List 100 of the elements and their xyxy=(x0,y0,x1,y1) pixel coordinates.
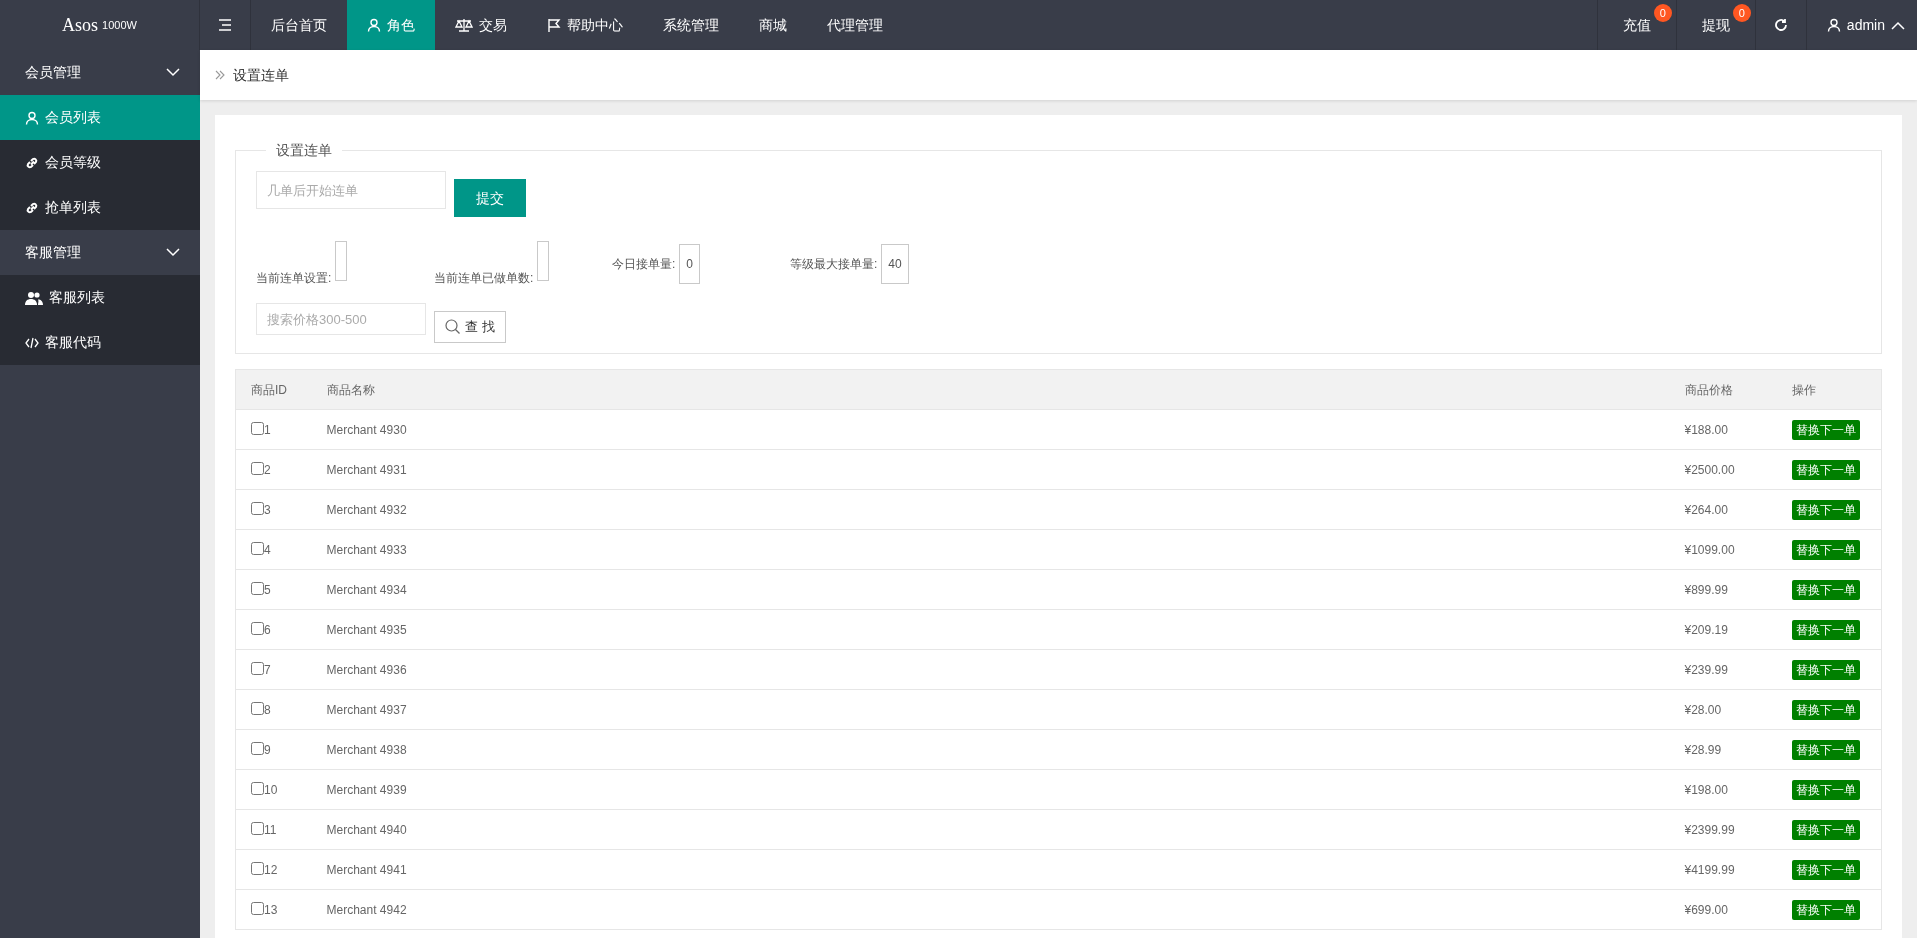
user-icon xyxy=(1826,18,1841,32)
table-cell: Merchant 4932 xyxy=(311,489,1670,530)
nav-tab[interactable]: 系统管理 xyxy=(643,0,739,50)
stat-value: 0 xyxy=(679,244,701,284)
row-checkbox[interactable] xyxy=(251,741,264,755)
sidebar-item[interactable]: 抢单列表 xyxy=(0,185,200,230)
table-cell: ¥264.00 xyxy=(1669,489,1777,530)
replace-next-button[interactable]: 替换下一单 xyxy=(1791,499,1860,520)
table-cell: ¥28.99 xyxy=(1669,729,1777,770)
row-checkbox[interactable] xyxy=(251,861,264,875)
replace-next-button[interactable]: 替换下一单 xyxy=(1791,819,1860,840)
table-cell: Merchant 4939 xyxy=(311,769,1670,810)
table-cell: ¥899.99 xyxy=(1669,569,1777,610)
row-checkbox[interactable] xyxy=(251,461,264,475)
row-id: 3 xyxy=(264,502,271,517)
table-cell: Merchant 4934 xyxy=(311,569,1670,610)
table-cell: Merchant 4931 xyxy=(311,449,1670,490)
row-checkbox[interactable] xyxy=(251,421,264,435)
nav-tab[interactable]: 商城 xyxy=(739,0,807,50)
row-id: 5 xyxy=(264,582,271,597)
row-checkbox[interactable] xyxy=(251,701,264,715)
row-id: 9 xyxy=(264,742,271,757)
stat-label: 当前连单已做单数: xyxy=(434,270,534,287)
input-field[interactable]: 几单后开始连单 xyxy=(256,171,446,209)
row-checkbox[interactable] xyxy=(251,501,264,515)
row-id: 1 xyxy=(264,422,271,437)
column-header: 商品名称 xyxy=(311,369,1670,410)
row-checkbox[interactable] xyxy=(251,821,264,835)
link-icon xyxy=(25,200,39,215)
nav-tab[interactable]: 后台首页 xyxy=(251,0,347,50)
nav-tab[interactable]: 交易 xyxy=(435,0,527,50)
stat-label: 等级最大接单量: xyxy=(790,256,878,273)
count-badge: 0 xyxy=(1732,4,1751,22)
menu-icon xyxy=(218,19,232,31)
flag-icon xyxy=(547,18,561,32)
user-icon xyxy=(25,110,39,125)
row-id: 10 xyxy=(264,782,278,797)
sidebar-item[interactable]: 客服列表 xyxy=(0,275,200,320)
row-checkbox[interactable] xyxy=(251,541,264,555)
table-cell: ¥1099.00 xyxy=(1669,529,1777,570)
row-id: 6 xyxy=(264,622,271,637)
users-icon xyxy=(25,290,43,305)
code-icon xyxy=(25,336,39,349)
username: admin xyxy=(1846,15,1885,35)
table-cell: Merchant 4937 xyxy=(311,689,1670,730)
row-id: 7 xyxy=(264,662,271,677)
nav-tab[interactable]: 帮助中心 xyxy=(527,0,643,50)
count-badge: 0 xyxy=(1653,4,1672,22)
row-id: 12 xyxy=(264,862,278,877)
row-id: 8 xyxy=(264,702,271,717)
replace-next-button[interactable]: 替换下一单 xyxy=(1791,619,1860,640)
column-header: 商品价格 xyxy=(1669,369,1777,410)
search-button[interactable]: 查 找 xyxy=(434,311,506,343)
row-id: 4 xyxy=(264,542,271,557)
empty-value-box xyxy=(335,241,348,281)
row-checkbox[interactable] xyxy=(251,781,264,795)
replace-next-button[interactable]: 替换下一单 xyxy=(1791,459,1860,480)
replace-next-button[interactable]: 替换下一单 xyxy=(1791,539,1860,560)
logo-superscript: 1000W xyxy=(102,17,137,33)
replace-next-button[interactable]: 替换下一单 xyxy=(1791,659,1860,680)
table-cell: ¥4199.99 xyxy=(1669,849,1777,890)
row-checkbox[interactable] xyxy=(251,581,264,595)
table-cell: ¥2399.99 xyxy=(1669,809,1777,850)
table-cell: Merchant 4942 xyxy=(311,889,1670,930)
replace-next-button[interactable]: 替换下一单 xyxy=(1791,779,1860,800)
table-cell: ¥239.99 xyxy=(1669,649,1777,690)
stat-label: 当前连单设置: xyxy=(256,270,332,287)
table-cell: Merchant 4933 xyxy=(311,529,1670,570)
stat-value: 40 xyxy=(881,244,909,284)
replace-next-button[interactable]: 替换下一单 xyxy=(1791,699,1860,720)
group-label: 会员管理 xyxy=(25,63,81,82)
column-header: 商品ID xyxy=(235,369,312,410)
sidebar-item[interactable]: 会员列表 xyxy=(0,95,200,140)
sidebar-item[interactable]: 客服代码 xyxy=(0,320,200,365)
row-checkbox[interactable] xyxy=(251,901,264,915)
empty-value-box xyxy=(537,241,550,281)
panel-title: 设置连单 xyxy=(275,141,333,160)
replace-next-button[interactable]: 替换下一单 xyxy=(1791,579,1860,600)
search-field[interactable]: 搜索价格300-500 xyxy=(256,303,426,335)
table-cell: Merchant 4941 xyxy=(311,849,1670,890)
replace-next-button[interactable]: 替换下一单 xyxy=(1791,899,1860,920)
table-cell: ¥188.00 xyxy=(1669,409,1777,450)
table-cell: ¥198.00 xyxy=(1669,769,1777,810)
row-id: 2 xyxy=(264,462,271,477)
table-cell: ¥699.00 xyxy=(1669,889,1777,930)
replace-next-button[interactable]: 替换下一单 xyxy=(1791,419,1860,440)
submit-button[interactable]: 提交 xyxy=(454,179,526,217)
replace-next-button[interactable]: 替换下一单 xyxy=(1791,739,1860,760)
sidebar-item[interactable]: 会员等级 xyxy=(0,140,200,185)
balance-scale-icon xyxy=(455,18,473,32)
nav-tab[interactable]: 代理管理 xyxy=(807,0,903,50)
double-chevron-icon xyxy=(215,70,225,80)
row-checkbox[interactable] xyxy=(251,621,264,635)
table-cell: Merchant 4935 xyxy=(311,609,1670,650)
nav-tab[interactable]: 角色 xyxy=(347,0,435,50)
table-cell: ¥2500.00 xyxy=(1669,449,1777,490)
row-id: 13 xyxy=(264,902,278,917)
row-checkbox[interactable] xyxy=(251,661,264,675)
replace-next-button[interactable]: 替换下一单 xyxy=(1791,859,1860,880)
table-cell: Merchant 4940 xyxy=(311,809,1670,850)
